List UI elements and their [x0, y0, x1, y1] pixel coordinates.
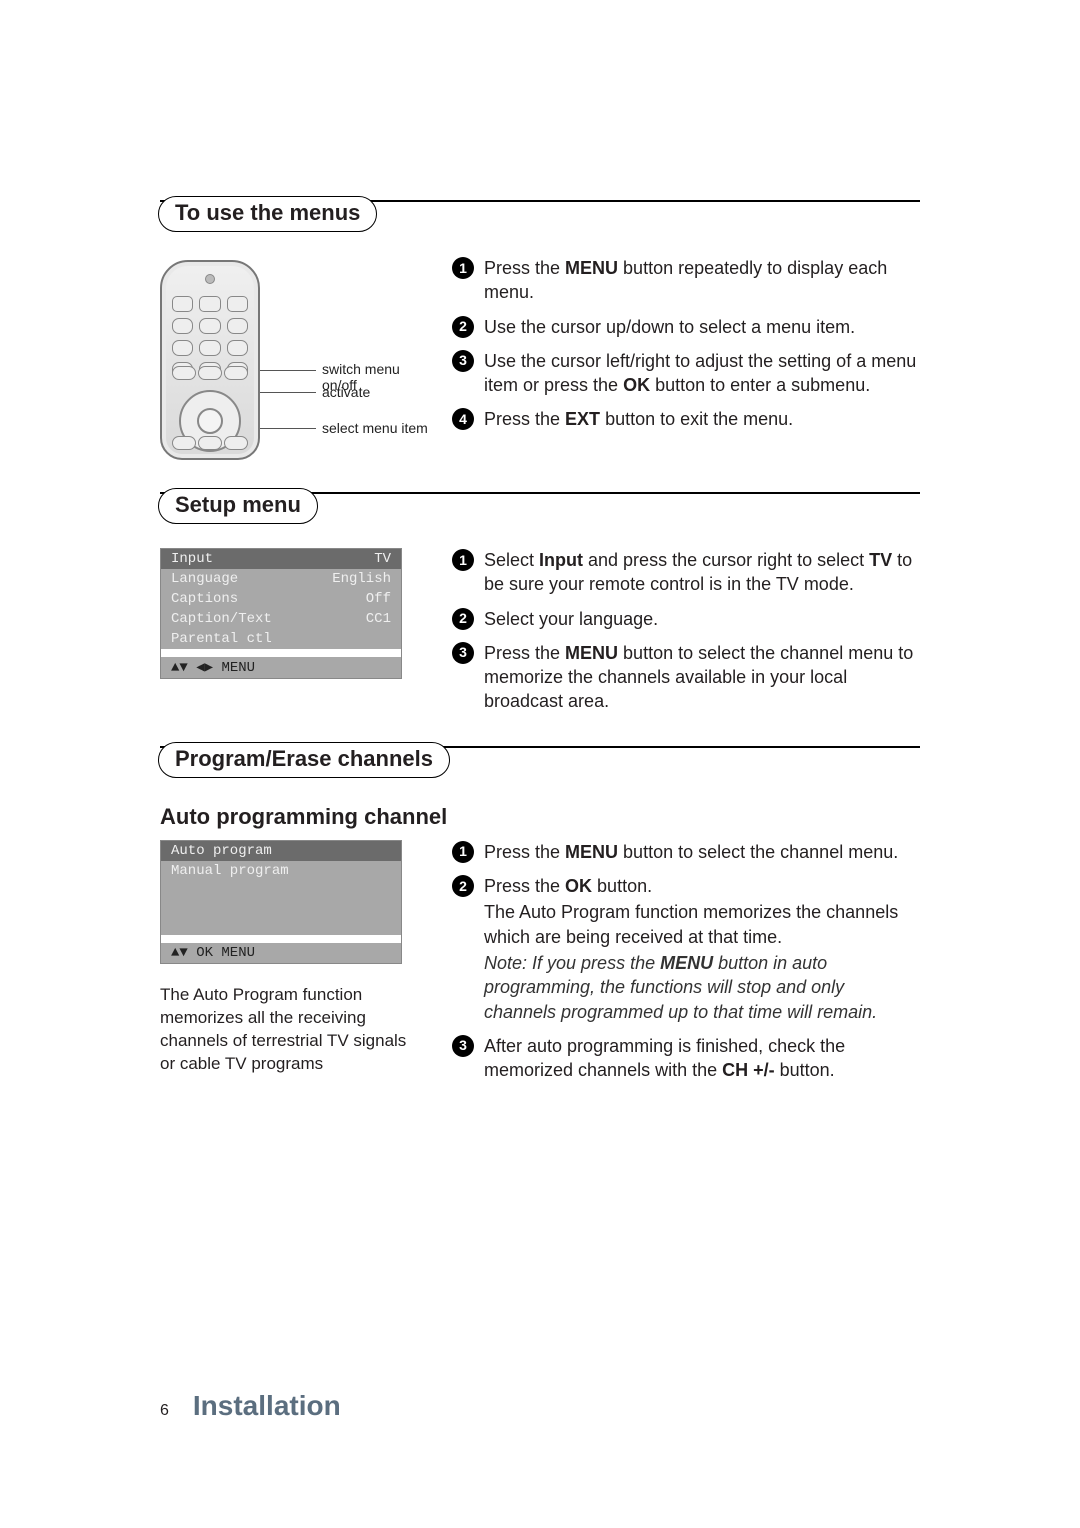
step-text: Press the OK button.The Auto Program fun…: [484, 874, 920, 1024]
step-note: Note: If you press the MENU button in au…: [484, 951, 920, 1024]
manual-page: To use the menus switch menu: [160, 200, 920, 1092]
step-text: Use the cursor up/down to select a menu …: [484, 315, 855, 339]
step-extra: The Auto Program function memorizes the …: [484, 900, 920, 949]
step-item: 2 Use the cursor up/down to select a menu…: [452, 315, 920, 339]
callout-label: select menu item: [322, 420, 428, 436]
step-item: 3 Press the MENU button to select the cha…: [452, 641, 920, 714]
osd-row-value: Off: [366, 591, 391, 607]
callout-line: [260, 370, 316, 371]
step-text: Select Input and press the cursor right …: [484, 548, 920, 597]
osd-row-label: Language: [171, 571, 238, 587]
step-text: Press the EXT button to exit the menu.: [484, 407, 793, 431]
page-footer: 6 Installation: [160, 1390, 341, 1422]
osd-row-value: CC1: [366, 611, 391, 627]
osd-row: Language English: [161, 569, 401, 589]
step-text: Use the cursor left/right to adjust the …: [484, 349, 920, 398]
remote-icon: [160, 260, 260, 460]
footer-title: Installation: [193, 1390, 341, 1422]
step-item: 4 Press the EXT button to exit the menu.: [452, 407, 920, 431]
step-item: 2 Select your language.: [452, 607, 920, 631]
osd-row: Parental ctl: [161, 629, 401, 649]
osd-row: Captions Off: [161, 589, 401, 609]
osd-row-label: Manual program: [171, 863, 289, 879]
osd-row-label: Caption/Text: [171, 611, 272, 627]
osd-footer: ▲▼ OK MENU: [161, 935, 401, 963]
section-heading: To use the menus: [158, 196, 377, 232]
step-list: 1 Press the MENU button to select the cha…: [452, 840, 920, 1083]
osd-row-label: Captions: [171, 591, 238, 607]
use-menus-body: switch menu on/off activate select menu …: [160, 256, 920, 470]
program-body: Auto program Manual program ▲▼ OK MENU The…: [160, 840, 920, 1093]
step-number-icon: 4: [452, 408, 474, 430]
section-heading-wrap: To use the menus: [160, 210, 920, 246]
osd-row-label: Parental ctl: [171, 631, 272, 647]
step-list: 1 Select Input and press the cursor right…: [452, 548, 920, 714]
step-item: 1 Select Input and press the cursor right…: [452, 548, 920, 597]
callout-line: [260, 428, 316, 429]
osd-row-label: Auto program: [171, 843, 272, 859]
step-text: After auto programming is finished, chec…: [484, 1034, 920, 1083]
step-number-icon: 3: [452, 642, 474, 664]
step-item: 2 Press the OK button.The Auto Program fu…: [452, 874, 920, 1024]
step-item: 3 Use the cursor left/right to adjust the…: [452, 349, 920, 398]
page-number: 6: [160, 1402, 169, 1420]
step-number-icon: 3: [452, 1035, 474, 1057]
osd-row-value: English: [332, 571, 391, 587]
section-heading-wrap: Program/Erase channels: [160, 756, 920, 792]
subheading: Auto programming channel: [160, 804, 920, 830]
step-item: 1 Press the MENU button repeatedly to dis…: [452, 256, 920, 305]
osd-setup-menu: InputTVLanguageEnglishCaptionsOffCaption…: [160, 548, 402, 679]
step-item: 3 After auto programming is finished, che…: [452, 1034, 920, 1083]
step-number-icon: 2: [452, 875, 474, 897]
step-number-icon: 3: [452, 350, 474, 372]
step-text: Press the MENU button repeatedly to disp…: [484, 256, 920, 305]
callout-label: activate: [322, 384, 370, 400]
step-number-icon: 1: [452, 257, 474, 279]
osd-row: Input TV: [161, 549, 401, 569]
osd-channel-menu: Auto program Manual program ▲▼ OK MENU: [160, 840, 402, 964]
remote-diagram: switch menu on/off activate select menu …: [160, 260, 432, 470]
callout-line: [260, 392, 316, 393]
osd-row-value: TV: [374, 551, 391, 567]
section-heading: Program/Erase channels: [158, 742, 450, 778]
osd-row: Auto program: [161, 841, 401, 861]
osd-row: Manual program: [161, 861, 401, 881]
setup-body: InputTVLanguageEnglishCaptionsOffCaption…: [160, 548, 920, 724]
osd-row-label: Input: [171, 551, 213, 567]
auto-program-description: The Auto Program function memorizes all …: [160, 984, 410, 1076]
step-text: Press the MENU button to select the chan…: [484, 641, 920, 714]
section-heading-wrap: Setup menu: [160, 502, 920, 538]
step-number-icon: 2: [452, 316, 474, 338]
step-number-icon: 1: [452, 549, 474, 571]
step-number-icon: 1: [452, 841, 474, 863]
section-heading: Setup menu: [158, 488, 318, 524]
step-list: 1 Press the MENU button repeatedly to dis…: [452, 256, 920, 432]
step-text: Select your language.: [484, 607, 658, 631]
step-number-icon: 2: [452, 608, 474, 630]
osd-footer: ▲▼ ◀▶ MENU: [161, 649, 401, 678]
step-text: Press the MENU button to select the chan…: [484, 840, 898, 864]
osd-row: Caption/Text CC1: [161, 609, 401, 629]
step-item: 1 Press the MENU button to select the cha…: [452, 840, 920, 864]
